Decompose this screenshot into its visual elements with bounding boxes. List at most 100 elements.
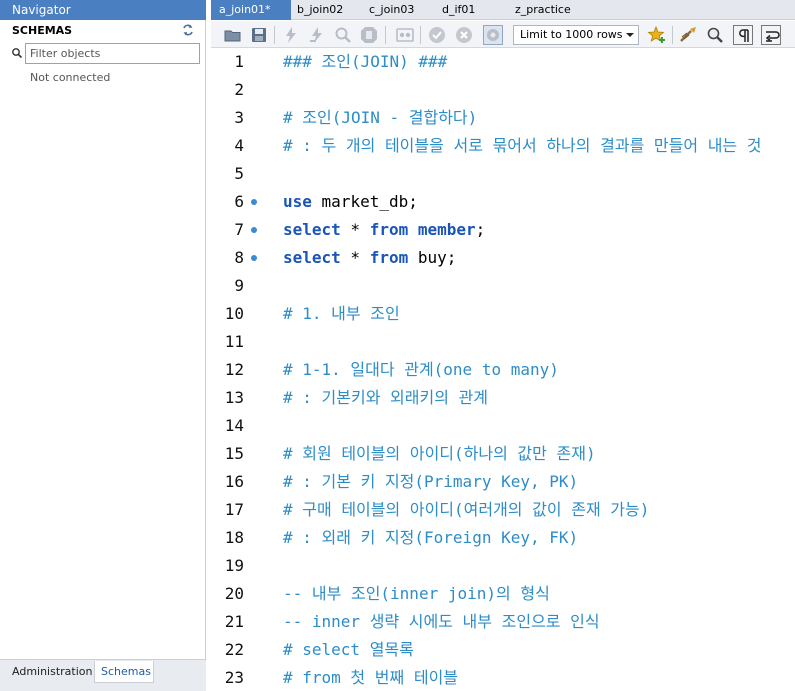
tab-b-join02[interactable]: b_join02	[289, 0, 359, 20]
statement-marker-icon	[251, 199, 257, 205]
execute-current-icon[interactable]	[307, 25, 327, 45]
line-number: 10	[224, 304, 244, 323]
code-text: # 회원 테이블의 아이디(하나의 값만 존재)	[283, 440, 596, 468]
code-line[interactable]: 12 # 1-1. 일대다 관계(one to many)	[211, 356, 795, 384]
line-number: 12	[224, 360, 244, 379]
code-line[interactable]: 8 select * from buy;	[211, 244, 795, 272]
filter-objects-input[interactable]	[25, 43, 200, 64]
code-line[interactable]: 17 # 구매 테이블의 아이디(여러개의 값이 존재 가능)	[211, 496, 795, 524]
sql-toolbar: Limit to 1000 rows	[211, 21, 795, 48]
code-line[interactable]: 1 ### 조인(JOIN) ###	[211, 48, 795, 76]
tab-c-join03[interactable]: c_join03	[361, 0, 435, 20]
beautify-icon[interactable]	[679, 25, 699, 45]
chevron-down-icon	[626, 33, 634, 37]
code-text: # 1-1. 일대다 관계(one to many)	[283, 356, 559, 384]
sql-text: *	[340, 248, 370, 267]
sql-comment: -- 내부 조인(inner join)의 형식	[283, 584, 550, 603]
code-text: select * from member;	[283, 216, 485, 244]
sql-keyword: member	[408, 220, 476, 239]
sql-comment: # : 두 개의 테이블을 서로 묶어서 하나의 결과를 만들어 내는 것	[283, 136, 762, 155]
execute-icon[interactable]	[281, 25, 301, 45]
toggle-output-icon[interactable]	[395, 25, 415, 45]
code-line[interactable]: 10 # 1. 내부 조인	[211, 300, 795, 328]
code-line[interactable]: 16 # : 기본 키 지정(Primary Key, PK)	[211, 468, 795, 496]
explain-icon[interactable]	[333, 25, 353, 45]
code-text: # select 열목록	[283, 636, 414, 664]
code-line[interactable]: 19	[211, 552, 795, 580]
sql-comment: ### 조인(JOIN) ###	[283, 52, 448, 71]
tab-a-join01[interactable]: a_join01*	[211, 0, 291, 20]
limit-rows-value: Limit to 1000 rows	[520, 28, 623, 41]
limit-rows-select[interactable]: Limit to 1000 rows	[513, 25, 639, 45]
code-text: ### 조인(JOIN) ###	[283, 48, 447, 76]
code-line[interactable]: 21 -- inner 생략 시에도 내부 조인으로 인식	[211, 608, 795, 636]
tab-schemas[interactable]: Schemas	[94, 661, 154, 683]
schemas-header: SCHEMAS	[0, 20, 206, 42]
tab-d-if01[interactable]: d_if01	[434, 0, 504, 20]
line-number: 4	[234, 136, 244, 155]
code-line[interactable]: 15 # 회원 테이블의 아이디(하나의 값만 존재)	[211, 440, 795, 468]
code-line[interactable]: 13 # : 기본키와 외래키의 관계	[211, 384, 795, 412]
line-number: 23	[224, 668, 244, 687]
line-number: 14	[224, 416, 244, 435]
open-file-icon[interactable]	[223, 25, 243, 45]
line-number: 22	[224, 640, 244, 659]
sql-editor[interactable]: 1 ### 조인(JOIN) ### 2 3 # 조인(JOIN - 결합하다) 4 # :…	[211, 48, 795, 691]
code-text: # : 외래 키 지정(Foreign Key, FK)	[283, 524, 578, 552]
sql-comment: # 1-1. 일대다 관계(one to many)	[283, 360, 559, 379]
save-icon[interactable]	[249, 25, 269, 45]
autocommit-icon[interactable]	[483, 25, 503, 45]
code-line[interactable]: 20 -- 내부 조인(inner join)의 형식	[211, 580, 795, 608]
code-line[interactable]: 4 # : 두 개의 테이블을 서로 묶어서 하나의 결과를 만들어 내는 것	[211, 132, 795, 160]
line-number: 20	[224, 584, 244, 603]
editor-tab-bar: a_join01* b_join02 c_join03 d_if01 z_pra…	[211, 0, 795, 20]
sql-comment: # 1. 내부 조인	[283, 304, 400, 323]
refresh-icon[interactable]	[181, 23, 195, 37]
sql-text: market_db;	[311, 192, 418, 211]
line-number: 19	[224, 556, 244, 575]
code-text: -- inner 생략 시에도 내부 조인으로 인식	[283, 608, 600, 636]
line-number: 8	[234, 248, 244, 267]
filter-box	[8, 43, 200, 64]
search-icon	[11, 47, 23, 59]
wrap-icon[interactable]	[761, 25, 781, 45]
add-snippet-icon[interactable]	[647, 25, 667, 45]
sql-comment: -- inner 생략 시에도 내부 조인으로 인식	[283, 612, 600, 631]
code-line[interactable]: 23 # from 첫 번째 테이블	[211, 664, 795, 691]
line-number: 6	[234, 192, 244, 211]
sql-comment: # : 기본키와 외래키의 관계	[283, 388, 488, 407]
code-line[interactable]: 2	[211, 76, 795, 104]
stop-icon[interactable]	[359, 25, 379, 45]
tab-administration[interactable]: Administration	[6, 661, 99, 683]
code-line[interactable]: 14	[211, 412, 795, 440]
code-text: # 구매 테이블의 아이디(여러개의 값이 존재 가능)	[283, 496, 649, 524]
find-icon[interactable]	[705, 25, 725, 45]
code-text: # from 첫 번째 테이블	[283, 664, 458, 691]
rollback-icon[interactable]	[454, 25, 474, 45]
sql-comment: # : 외래 키 지정(Foreign Key, FK)	[283, 528, 579, 547]
code-line[interactable]: 3 # 조인(JOIN - 결합하다)	[211, 104, 795, 132]
code-line[interactable]: 22 # select 열목록	[211, 636, 795, 664]
code-line[interactable]: 5	[211, 160, 795, 188]
invisible-chars-icon[interactable]	[733, 25, 753, 45]
line-number: 13	[224, 388, 244, 407]
code-text: # : 두 개의 테이블을 서로 묶어서 하나의 결과를 만들어 내는 것	[283, 132, 762, 160]
line-number: 7	[234, 220, 244, 239]
commit-icon[interactable]	[427, 25, 447, 45]
code-line[interactable]: 18 # : 외래 키 지정(Foreign Key, FK)	[211, 524, 795, 552]
tab-z-practice[interactable]: z_practice	[507, 0, 597, 20]
code-line[interactable]: 9	[211, 272, 795, 300]
line-number: 18	[224, 528, 244, 547]
sql-keyword: select	[283, 248, 341, 267]
code-text: select * from buy;	[283, 244, 456, 272]
sql-comment: # : 기본 키 지정(Primary Key, PK)	[283, 472, 579, 491]
sql-keyword: from	[369, 248, 409, 267]
code-line[interactable]: 11	[211, 328, 795, 356]
code-line[interactable]: 7 select * from member;	[211, 216, 795, 244]
toolbar-separator	[385, 26, 386, 44]
line-number: 9	[234, 276, 244, 295]
navigator-title: Navigator	[0, 0, 206, 20]
code-line[interactable]: 6 use market_db;	[211, 188, 795, 216]
toolbar-separator	[274, 26, 275, 44]
schemas-label: SCHEMAS	[12, 24, 73, 37]
